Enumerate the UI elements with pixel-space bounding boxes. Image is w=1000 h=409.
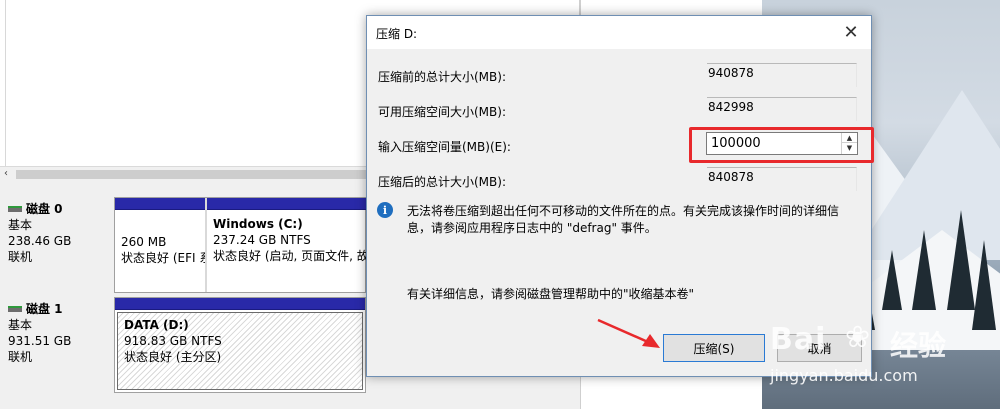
- shrink-button[interactable]: 压缩(S): [663, 334, 765, 362]
- disk-0-partitions: 260 MB 状态良好 (EFI 系 Windows (C:) 237.24 G…: [114, 197, 367, 293]
- partition-c[interactable]: Windows (C:) 237.24 GB NTFS 状态良好 (启动, 页面…: [207, 198, 367, 292]
- watermark-url: jingyan.baidu.com: [770, 366, 918, 385]
- dialog-title: 压缩 D:: [376, 27, 418, 41]
- disk-icon: [8, 206, 22, 212]
- partition-bar: [115, 198, 205, 210]
- disk-name: 磁盘 1: [26, 302, 63, 316]
- partition-d[interactable]: DATA (D:) 918.83 GB NTFS 状态良好 (主分区): [115, 298, 365, 392]
- info-icon: i: [377, 202, 393, 218]
- partition-bar: [115, 298, 365, 310]
- partition-size: 237.24 GB NTFS: [213, 233, 311, 247]
- disk-1-partitions: DATA (D:) 918.83 GB NTFS 状态良好 (主分区): [114, 297, 366, 393]
- disk-size: 931.51 GB: [8, 334, 72, 348]
- partition-efi[interactable]: 260 MB 状态良好 (EFI 系: [115, 198, 205, 292]
- red-highlight-box: [689, 127, 874, 163]
- available-label: 可用压缩空间大小(MB):: [378, 105, 506, 119]
- tree-shape: [882, 250, 902, 310]
- partition-title: Windows (C:): [213, 217, 303, 231]
- watermark-logo: Bai: [770, 322, 827, 357]
- partition-status: 状态良好 (主分区): [124, 350, 222, 364]
- red-arrow-icon: [597, 318, 660, 348]
- enter-amount-label: 输入压缩空间量(MB)(E):: [378, 140, 511, 154]
- dialog-titlebar[interactable]: 压缩 D: ✕: [367, 16, 871, 49]
- disk-status: 联机: [8, 250, 33, 264]
- partition-bar: [207, 198, 367, 210]
- disk-0-label[interactable]: 磁盘 0 基本 238.46 GB 联机: [8, 197, 111, 293]
- info-message: 无法将卷压缩到超出任何不可移动的文件所在的点。有关完成该操作时间的详细信息，请参…: [407, 204, 840, 235]
- disk-1-label[interactable]: 磁盘 1 基本 931.51 GB 联机: [8, 297, 111, 393]
- tree-shape: [947, 210, 975, 310]
- total-after-value: 840878: [707, 167, 857, 191]
- available-value: 842998: [707, 97, 857, 121]
- total-before-value: 940878: [707, 63, 857, 87]
- partition-size: 260 MB: [121, 235, 167, 249]
- partition-size: 918.83 GB NTFS: [124, 334, 222, 348]
- partition-status: 状态良好 (EFI 系: [121, 251, 205, 265]
- column-divider: [5, 0, 6, 168]
- disk-status: 联机: [8, 350, 33, 364]
- baidu-watermark: Bai ❀ 经验 jingyan.baidu.com: [770, 310, 990, 400]
- disk-name: 磁盘 0: [26, 202, 63, 216]
- total-before-label: 压缩前的总计大小(MB):: [378, 70, 506, 84]
- close-icon[interactable]: ✕: [831, 16, 871, 49]
- watermark-brand: 经验: [890, 329, 947, 362]
- total-after-label: 压缩后的总计大小(MB):: [378, 175, 506, 189]
- disk-type: 基本: [8, 318, 33, 332]
- tree-shape: [912, 230, 936, 310]
- partition-title: DATA (D:): [124, 318, 189, 332]
- help-message: 有关详细信息，请参阅磁盘管理帮助中的"收缩基本卷": [407, 287, 695, 301]
- scroll-left-icon[interactable]: ‹: [4, 168, 8, 179]
- disk-size: 238.46 GB: [8, 234, 72, 248]
- partition-status: 状态良好 (启动, 页面文件, 故障: [213, 249, 367, 263]
- paw-icon: ❀: [845, 320, 871, 355]
- disk-type: 基本: [8, 218, 33, 232]
- partition-selected-area: DATA (D:) 918.83 GB NTFS 状态良好 (主分区): [117, 312, 363, 390]
- disk-icon: [8, 306, 22, 312]
